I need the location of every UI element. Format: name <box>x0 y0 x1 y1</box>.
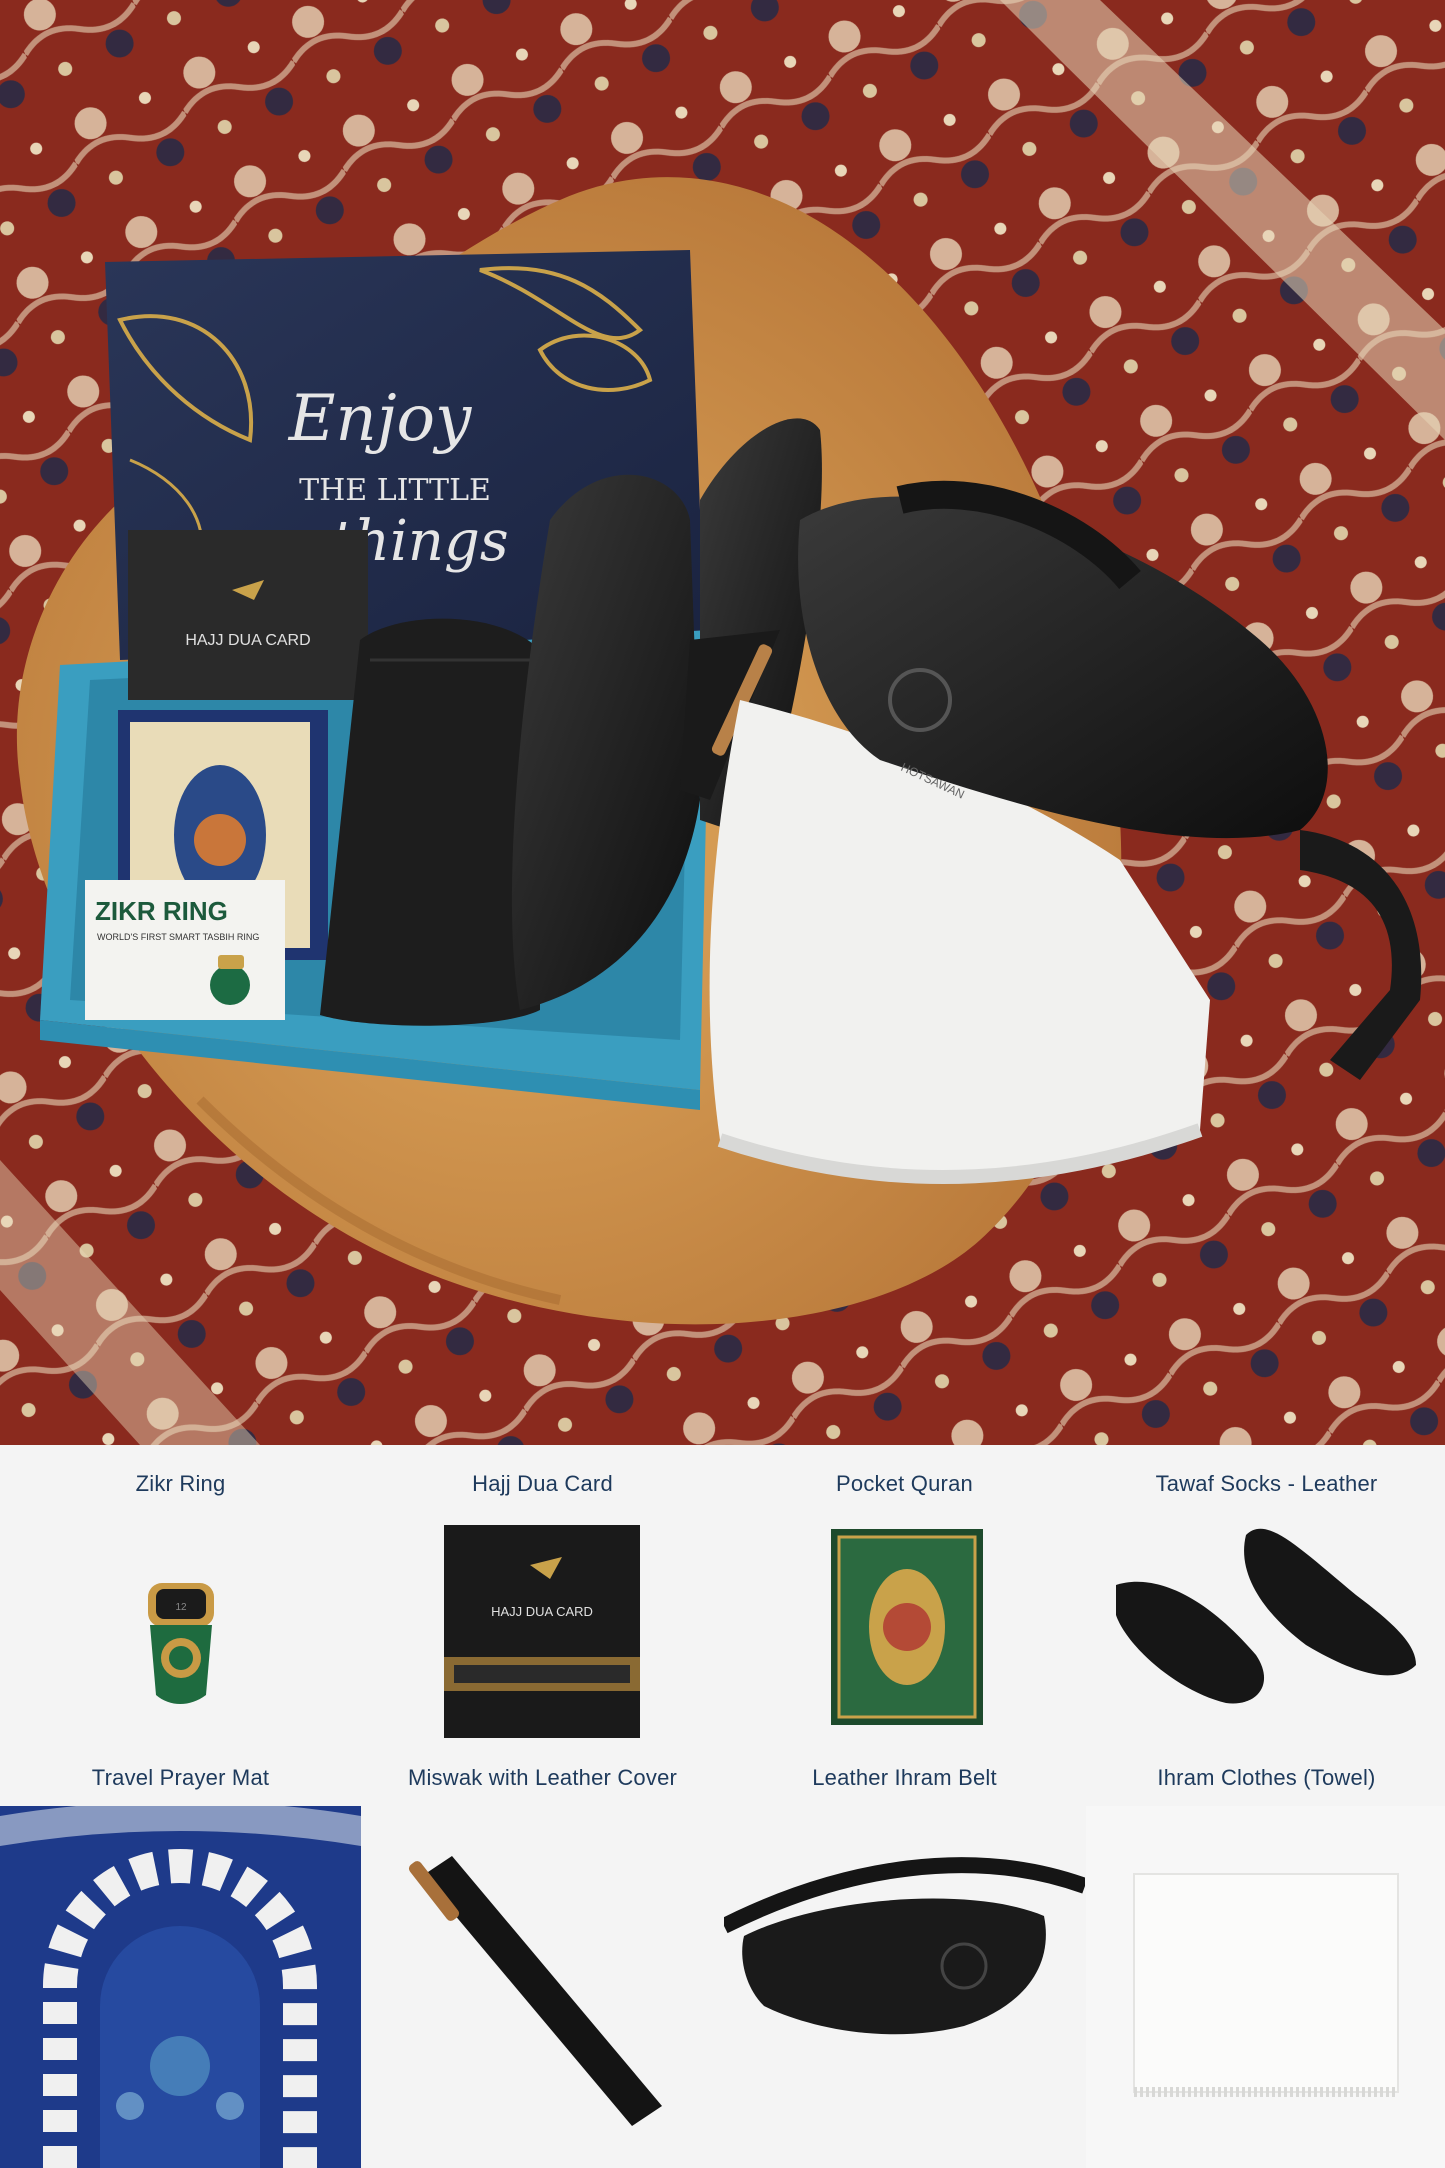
zikr-box-title: ZIKR RING <box>95 896 228 926</box>
product-pocket-quran[interactable]: Pocket Quran <box>724 1445 1085 1738</box>
caption-travel-prayer-mat: Travel Prayer Mat <box>0 1739 361 1805</box>
box-lid-text-1: Enjoy <box>288 382 472 456</box>
box-lid-text-2: THE LITTLE <box>299 473 491 508</box>
product-leather-ihram-belt[interactable] <box>724 1806 1085 2168</box>
product-name: Hajj Dua Card <box>472 1471 613 1496</box>
hero-photo: Enjoy THE LITTLE things HAJJ DUA CARD ZI… <box>0 0 1445 1445</box>
caption-miswak: Miswak with Leather Cover <box>362 1739 723 1805</box>
dua-card-label: HAJJ DUA CARD <box>185 632 310 649</box>
svg-text:12: 12 <box>175 1602 187 1613</box>
product-tawaf-socks[interactable]: Tawaf Socks - Leather <box>1086 1445 1445 1738</box>
product-name: Leather Ihram Belt <box>812 1765 997 1790</box>
caption-ihram-clothes: Ihram Clothes (Towel) <box>1086 1739 1445 1805</box>
product-travel-prayer-mat[interactable] <box>0 1806 361 2168</box>
zikr-box-subtitle: WORLD'S FIRST SMART TASBIH RING <box>97 932 259 942</box>
product-name: Travel Prayer Mat <box>91 1765 270 1790</box>
product-name: Pocket Quran <box>836 1471 973 1496</box>
product-name: Miswak with Leather Cover <box>407 1765 678 1790</box>
product-ihram-clothes[interactable] <box>1086 1806 1445 2168</box>
dua-card-image-label: HAJJ DUA CARD <box>491 1604 593 1619</box>
caption-leather-ihram-belt: Leather Ihram Belt <box>724 1739 1085 1805</box>
product-name: Zikr Ring <box>135 1471 226 1496</box>
product-zikr-ring[interactable]: 12 Zikr Ring <box>0 1445 361 1738</box>
product-name: Ihram Clothes (Towel) <box>1157 1765 1376 1790</box>
product-hajj-dua-card[interactable]: HAJJ DUA CARD Hajj Dua Card <box>362 1445 723 1738</box>
product-miswak[interactable] <box>362 1806 723 2168</box>
product-name: Tawaf Socks - Leather <box>1155 1471 1378 1496</box>
